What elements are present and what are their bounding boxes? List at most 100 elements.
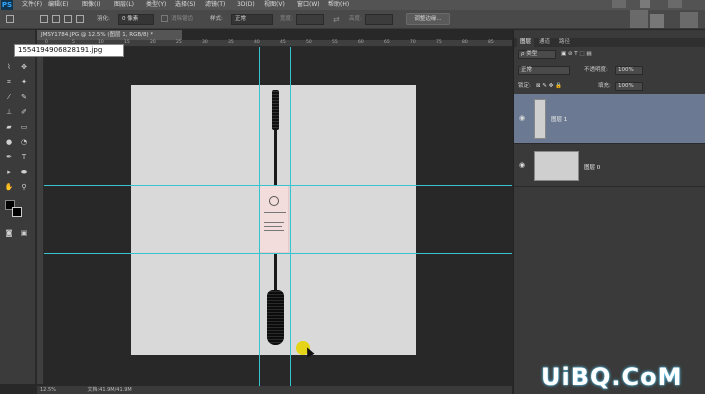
document-tab[interactable]: JMSY1784.JPG @ 12.5% (图层 1, RGB/8) * [37,30,182,40]
ruler-tick: 70 [410,40,416,45]
move-icon[interactable]: ✥ [19,62,29,72]
label-text-line [264,230,284,231]
gradient-icon[interactable]: ▭ [19,122,29,132]
refine-edge-button[interactable]: 调整边缘... [406,13,450,25]
ruler-tick: 50 [306,40,312,45]
menu-filter[interactable]: 滤镜(T) [205,0,225,10]
hand-icon[interactable]: ✋ [4,182,14,192]
add-selection-icon[interactable] [52,15,60,23]
menu-edit[interactable]: 编辑(E) [48,0,68,10]
ruler-tick: 40 [254,40,260,45]
tab-channels[interactable]: 通道 [539,38,550,47]
eye-icon[interactable]: ◉ [519,161,527,169]
layer-name[interactable]: 图层 0 [584,163,600,171]
height-input[interactable] [365,14,393,25]
feather-label: 羽化: [97,16,110,22]
document-canvas[interactable] [131,85,416,355]
menu-help[interactable]: 帮助(H) [328,0,349,10]
eyedropper-icon[interactable]: ⁄ [4,92,14,102]
mascara-wand-tip [272,90,279,130]
antialias-label: 消除锯齿 [171,16,194,22]
label-text-line [264,212,286,213]
tab-layers[interactable]: 图层 [517,38,535,47]
layer-thumbnail [534,151,579,181]
menu-layer[interactable]: 图层(L) [114,0,134,10]
ruler-tick: 65 [384,40,390,45]
lock-row: 锁定: ⊠ ✎ ✥ 🔒 填充: 100% [514,81,705,92]
menu-window[interactable]: 窗口(W) [297,0,320,10]
fill-label: 填充: [598,83,611,89]
width-input[interactable] [296,14,324,25]
style-label: 样式: [210,16,223,22]
intersect-selection-icon[interactable] [76,15,84,23]
quick-mask-icon[interactable]: ◙ [4,228,14,238]
eraser-icon[interactable]: ▰ [4,122,14,132]
pen-icon[interactable]: ✒ [4,152,14,162]
text-icon[interactable]: T [19,152,29,162]
options-bar: 羽化: 0 像素 消除锯齿 样式: 正常 宽度: ⇄ 高度: 调整边缘... [0,10,705,29]
menu-file[interactable]: 文件(F) [22,0,42,10]
zoom-level[interactable]: 12.5% [40,387,56,393]
shape-icon[interactable]: ⬬ [19,167,29,177]
ruler-tick: 30 [202,40,208,45]
history-brush-icon[interactable]: ✐ [19,107,29,117]
ruler-tick: 55 [332,40,338,45]
style-select[interactable]: 正常 [231,14,273,25]
mascara-brush-head [267,290,284,345]
antialias-checkbox[interactable] [161,15,168,22]
panel-tabs: 图层 通道 路径 [514,38,705,47]
layer-thumbnail [534,99,546,139]
dodge-icon[interactable]: ◔ [19,137,29,147]
pixelated-blur [650,14,664,28]
filter-icons[interactable]: ▣ ⊘ T ⬚ ▤ [561,50,592,59]
layer-name[interactable]: 图层 1 [551,115,567,123]
opacity-label: 不透明度: [584,67,608,73]
blend-row: 正常 不透明度: 100% [514,65,705,76]
stamp-icon[interactable]: ⊥ [4,107,14,117]
crop-icon[interactable]: ⌗ [4,77,14,87]
lock-label: 锁定: [518,83,531,89]
feather-input[interactable]: 0 像素 [118,14,154,25]
opacity-input[interactable]: 100% [615,66,643,75]
blend-mode-select[interactable]: 正常 [518,66,570,75]
guide-vertical[interactable] [290,47,291,386]
marquee-tool-icon[interactable] [6,15,14,23]
subtract-selection-icon[interactable] [64,15,72,23]
height-label: 高度: [349,16,362,22]
blur-icon[interactable]: ● [4,137,14,147]
menu-type[interactable]: 类型(Y) [146,0,166,10]
wand-icon[interactable]: ✦ [19,77,29,87]
guide-horizontal[interactable] [44,185,512,186]
product-label [259,185,289,253]
zoom-icon[interactable]: ⚲ [19,182,29,192]
lock-icons[interactable]: ⊠ ✎ ✥ 🔒 [536,82,562,91]
new-selection-icon[interactable] [40,15,48,23]
menu-select[interactable]: 选择(S) [175,0,196,10]
layer-row[interactable]: ◉ 图层 1 [514,94,705,144]
pixelated-blur [612,0,626,8]
eye-icon[interactable]: ◉ [519,114,527,122]
swap-icon[interactable]: ⇄ [333,14,340,25]
layer-row[interactable]: ◉ 图层 0 [514,145,705,187]
brush-icon[interactable]: ✎ [19,92,29,102]
background-color[interactable] [12,207,22,217]
menu-view[interactable]: 视图(V) [264,0,285,10]
ruler-tick: 35 [228,40,234,45]
ruler-tick: 85 [488,40,494,45]
label-text-line [264,226,282,227]
doc-info: 文档:41.9M/41.9M [87,387,132,393]
screen-mode-icon[interactable]: ▣ [19,228,29,238]
tab-paths[interactable]: 路径 [559,38,570,47]
ruler-tick: 15 [124,40,130,45]
path-select-icon[interactable]: ▸ [4,167,14,177]
lasso-icon[interactable]: ⌇ [4,62,14,72]
menu-image[interactable]: 图像(I) [82,0,100,10]
guide-vertical[interactable] [259,47,260,386]
menu-3d[interactable]: 3D(D) [237,0,255,10]
fill-input[interactable]: 100% [615,82,643,91]
brand-logo-icon [269,196,279,206]
layer-filter-select[interactable]: ρ 类型 [518,50,556,59]
toolbox: ⌇ ✥ ⌗ ✦ ⁄ ✎ ⊥ ✐ ▰ ▭ ● ◔ ✒ T ▸ ⬬ ✋ ⚲ ◙ ▣ [0,30,36,384]
label-text-line [264,222,284,223]
guide-horizontal[interactable] [44,253,512,254]
